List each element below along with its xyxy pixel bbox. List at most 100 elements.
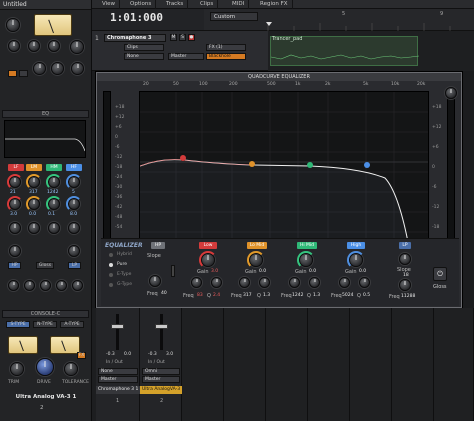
mode-hybrid-radio[interactable] [109,253,113,257]
lp-freq-knob[interactable] [399,279,411,291]
low-freq-knob[interactable] [191,277,202,288]
strip-toggle-2[interactable] [19,70,28,77]
low-q-knob[interactable] [211,277,222,288]
output-knob[interactable] [70,40,84,54]
strip-lf-gain-knob[interactable] [7,174,23,190]
input-dropdown[interactable]: None [124,53,164,60]
menu-region-fx[interactable]: Region FX [256,0,293,9]
strip-hm-freq-knob[interactable] [46,196,62,212]
lomid-freq-knob[interactable] [239,277,250,288]
high-freq-knob[interactable] [339,277,350,288]
type-a-button[interactable]: A-TYPE [60,321,84,328]
strip-knob-3[interactable] [48,40,60,52]
high-band-button[interactable]: High [347,242,365,249]
strip-lm-gain-knob[interactable] [26,174,42,190]
menu-tracks[interactable]: Tracks [162,0,189,9]
strip-aux-knob-3[interactable] [40,280,51,291]
strip-knob-4[interactable] [33,62,46,75]
himid-band-node[interactable] [307,162,313,168]
mute-button[interactable]: M [170,34,177,41]
high-gain-knob[interactable] [347,251,365,269]
type-s-button[interactable]: S-TYPE [6,321,30,328]
strip-hf-freq-knob[interactable] [66,196,82,212]
strip-toggle-1[interactable] [8,70,17,77]
himid-q-knob[interactable] [309,277,320,288]
fx-button[interactable]: FX [77,352,86,359]
solo-button[interactable]: S [179,34,186,41]
hp-band-button[interactable]: HP [151,242,165,249]
lomid-q-knob[interactable] [259,277,270,288]
drive-knob[interactable] [36,358,54,376]
himid-freq-knob[interactable] [289,277,300,288]
record-button[interactable]: ● [188,34,195,41]
low-gain-knob[interactable] [199,251,217,269]
ch2-output-dropdown[interactable]: Master [142,376,180,383]
strip-q-knob-3[interactable] [48,222,60,234]
lomid-band-button[interactable]: Lo Mid [247,242,267,249]
mode-select[interactable]: Custom [210,12,258,21]
lp-slope-knob[interactable] [399,253,411,265]
strip-aux-knob-4[interactable] [56,280,67,291]
eq-curve-display[interactable] [139,91,429,243]
high-band-node[interactable] [364,162,370,168]
ch2-input-dropdown[interactable]: Omni [142,368,180,375]
hp-slope-switch[interactable] [171,265,175,277]
strip-knob-6[interactable] [71,62,84,75]
volume-fader[interactable] [111,324,124,329]
menu-clips[interactable]: Clips [196,0,219,9]
input-knob[interactable] [6,18,20,32]
hp-freq-knob[interactable] [149,275,161,287]
volume-fader[interactable] [155,324,168,329]
track-name[interactable]: Chromaphone 3 [104,34,166,42]
ch1-input-dropdown[interactable]: None [98,368,138,375]
menu-midi[interactable]: MIDI [228,0,250,9]
strip-aux-knob-1[interactable] [8,280,19,291]
low-band-node[interactable] [180,155,186,161]
mode-etype-radio[interactable] [109,273,113,277]
ch1-output-dropdown[interactable]: Master [98,376,138,383]
strip-band-lf[interactable]: LF [8,164,24,171]
tolerance-knob[interactable] [64,362,78,376]
ch1-name[interactable]: Chromaphone 3 1 [96,386,140,394]
timecode-display[interactable]: 1:01:000 [110,11,163,24]
strip-lm-freq-knob[interactable] [26,196,42,212]
strip-band-hm[interactable]: HM [46,164,62,171]
menu-view[interactable]: View [98,0,121,9]
menu-options[interactable]: Options [126,0,157,9]
low-band-button[interactable]: Low [199,242,217,249]
strip-q-knob-2[interactable] [28,222,40,234]
high-q-knob[interactable] [359,277,370,288]
strip-band-hf[interactable]: HF [66,164,82,171]
strip-knob-2[interactable] [28,40,40,52]
strip-q-knob-4[interactable] [68,222,80,234]
output-gain-knob[interactable] [445,87,457,99]
mode-gtype-radio[interactable] [109,283,113,287]
fx-dropdown[interactable]: FX (1) [206,44,246,51]
strip-hm-gain-knob[interactable] [46,174,62,190]
strip-knob-1[interactable] [8,40,20,52]
strip-gloss-button[interactable]: Gloss [36,262,54,269]
lp-band-button[interactable]: LP [399,242,411,249]
strip-hf-gain-knob[interactable] [66,174,82,190]
output-dropdown[interactable]: Master [168,53,204,60]
himid-band-button[interactable]: Hi Mid [297,242,317,249]
clips-dropdown[interactable]: Clips [124,44,164,51]
trim-knob[interactable] [10,362,24,376]
strip-lp-knob[interactable] [68,245,80,257]
strip-hp-button[interactable]: HP [8,262,21,269]
strip-lf-freq-knob[interactable] [7,196,23,212]
strip-knob-5[interactable] [51,62,64,75]
type-n-button[interactable]: N-TYPE [33,321,57,328]
himid-gain-knob[interactable] [297,251,315,269]
strip-lp-button[interactable]: LP [68,262,81,269]
strip-aux-knob-2[interactable] [24,280,35,291]
lomid-band-node[interactable] [249,161,255,167]
strip-band-lm[interactable]: LM [26,164,42,171]
strip-aux-knob-5[interactable] [72,280,83,291]
lomid-gain-knob[interactable] [247,251,265,269]
ch2-name[interactable]: Ultra AnalogVA-3 [140,386,182,394]
strip-hp-knob[interactable] [9,245,21,257]
strip-q-knob-1[interactable] [9,222,21,234]
gloss-power-icon[interactable]: ⏻ [433,267,447,281]
blackhole-plugin[interactable]: Blackhole [206,53,246,60]
